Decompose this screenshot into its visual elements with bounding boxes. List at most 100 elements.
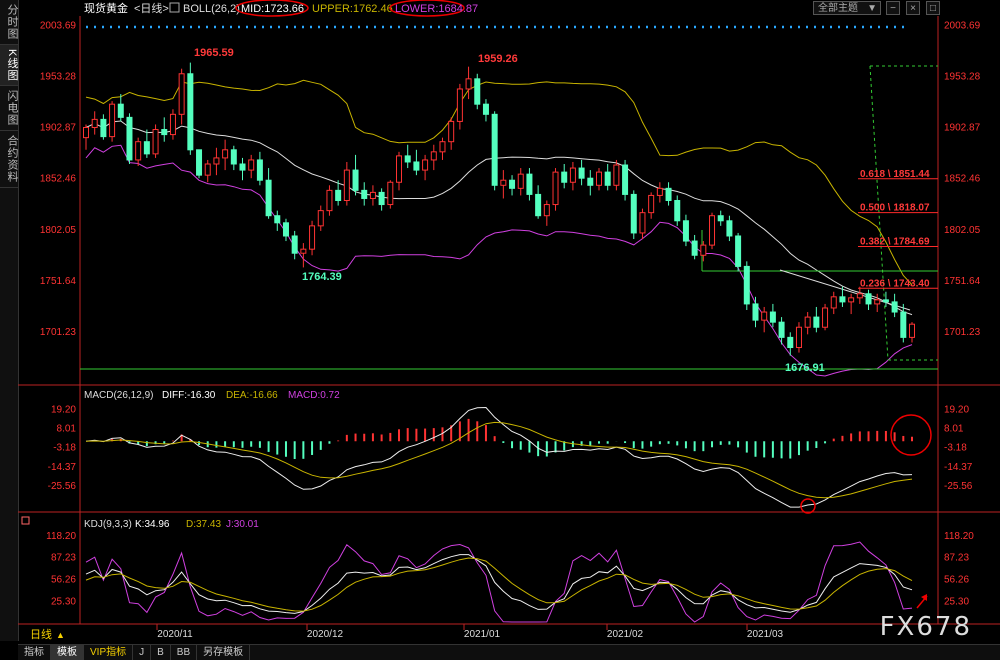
candle-body[interactable] [291, 235, 298, 254]
candle-body[interactable] [526, 173, 533, 195]
candle-body[interactable] [256, 159, 263, 181]
candle-body[interactable] [482, 103, 489, 115]
candle-body[interactable] [448, 120, 455, 143]
candle-body[interactable] [282, 222, 289, 237]
candle-body[interactable] [656, 187, 663, 196]
candle-body[interactable] [378, 191, 385, 206]
candle-body[interactable] [787, 336, 794, 349]
candle-body[interactable] [613, 164, 620, 186]
candle-body[interactable] [717, 215, 724, 222]
candle-body[interactable] [856, 293, 863, 299]
candle-body[interactable] [326, 189, 333, 212]
candle-body[interactable] [665, 187, 672, 201]
candle-body[interactable] [361, 189, 368, 199]
bottom-tab-5[interactable]: BB [171, 645, 198, 660]
period-button[interactable]: 日线 [30, 627, 52, 641]
candle-body[interactable] [161, 129, 168, 136]
candle-body[interactable] [822, 307, 829, 328]
candle-body[interactable] [839, 296, 846, 303]
candle-body[interactable] [248, 159, 255, 171]
candle-body[interactable] [135, 141, 142, 161]
maximize-icon[interactable]: □ [926, 1, 940, 15]
kdj-settings-icon[interactable] [21, 516, 30, 525]
candle-body[interactable] [196, 149, 203, 176]
candle-body[interactable] [335, 189, 342, 202]
candle-body[interactable] [117, 103, 124, 118]
candle-body[interactable] [813, 316, 820, 328]
candle-body[interactable] [413, 161, 420, 171]
candle-body[interactable] [213, 157, 220, 165]
bottom-tab-4[interactable]: B [151, 645, 171, 660]
candle-body[interactable] [222, 149, 229, 159]
candle-body[interactable] [204, 163, 211, 176]
candle-body[interactable] [517, 173, 524, 189]
candle-body[interactable] [126, 116, 133, 161]
candle-body[interactable] [317, 210, 324, 227]
candle-body[interactable] [100, 118, 107, 138]
candle-body[interactable] [300, 248, 307, 254]
candle-body[interactable] [709, 215, 716, 246]
candle-body[interactable] [909, 323, 915, 338]
candle-body[interactable] [874, 299, 881, 305]
candle-body[interactable] [639, 212, 646, 234]
candle-body[interactable] [91, 118, 98, 128]
candle-body[interactable] [343, 169, 350, 201]
candle-body[interactable] [439, 141, 446, 153]
candle-body[interactable] [143, 141, 150, 155]
candle-body[interactable] [900, 311, 907, 338]
candle-body[interactable] [691, 240, 698, 256]
candle-body[interactable] [865, 293, 872, 305]
candle-body[interactable] [152, 129, 159, 155]
candle-body[interactable] [500, 179, 507, 186]
candle-body[interactable] [891, 301, 898, 313]
candle-body[interactable] [622, 164, 629, 195]
candle-body[interactable] [595, 171, 602, 186]
bottom-tab-1[interactable]: 模板 [51, 645, 84, 660]
candle-body[interactable] [587, 177, 594, 186]
candle-body[interactable] [83, 127, 89, 139]
candle-body[interactable] [778, 321, 785, 338]
candle-body[interactable] [352, 169, 359, 191]
candle-body[interactable] [882, 299, 889, 303]
chart-area[interactable]: 现货黄金 <日线> BOLL(26,2) MID:1723.66 UPPER:1… [0, 0, 1000, 643]
candle-body[interactable] [422, 159, 429, 171]
bottom-tab-2[interactable]: VIP指标 [84, 645, 134, 660]
candle-body[interactable] [230, 149, 237, 165]
candle-body[interactable] [543, 204, 550, 217]
bottom-tab-6[interactable]: 另存模板 [197, 645, 251, 660]
candle-body[interactable] [265, 179, 272, 217]
candle-body[interactable] [752, 303, 759, 321]
candle-body[interactable] [552, 171, 559, 206]
candle-body[interactable] [178, 73, 185, 115]
candle-body[interactable] [404, 155, 411, 163]
candle-body[interactable] [726, 220, 733, 237]
candle-body[interactable] [604, 171, 611, 186]
candle-body[interactable] [700, 244, 707, 256]
candle-body[interactable] [569, 167, 576, 183]
close-icon[interactable]: × [906, 1, 920, 15]
candle-body[interactable] [848, 297, 855, 303]
candle-body[interactable] [674, 200, 681, 222]
candle-body[interactable] [456, 88, 463, 122]
candle-body[interactable] [769, 311, 776, 323]
candle-body[interactable] [239, 163, 246, 171]
candle-body[interactable] [761, 311, 768, 321]
bottom-tab-0[interactable]: 指标 [18, 645, 51, 660]
theme-select[interactable]: 全部主题 ▼ [813, 1, 881, 15]
candle-body[interactable] [491, 113, 498, 186]
boll-settings-icon[interactable] [169, 2, 180, 13]
candle-body[interactable] [465, 78, 472, 90]
period-arrow-icon[interactable]: ▲ [56, 630, 65, 640]
candle-body[interactable] [630, 193, 637, 234]
candle-body[interactable] [561, 171, 568, 183]
candle-body[interactable] [187, 73, 194, 151]
candle-body[interactable] [109, 103, 116, 138]
candle-body[interactable] [430, 151, 437, 161]
minimize-icon[interactable]: − [886, 1, 900, 15]
candle-body[interactable] [735, 235, 742, 267]
candle-body[interactable] [743, 265, 750, 305]
candle-body[interactable] [682, 220, 689, 242]
bottom-tab-3[interactable]: J [133, 645, 152, 660]
candle-body[interactable] [795, 326, 802, 349]
candle-body[interactable] [369, 191, 376, 199]
